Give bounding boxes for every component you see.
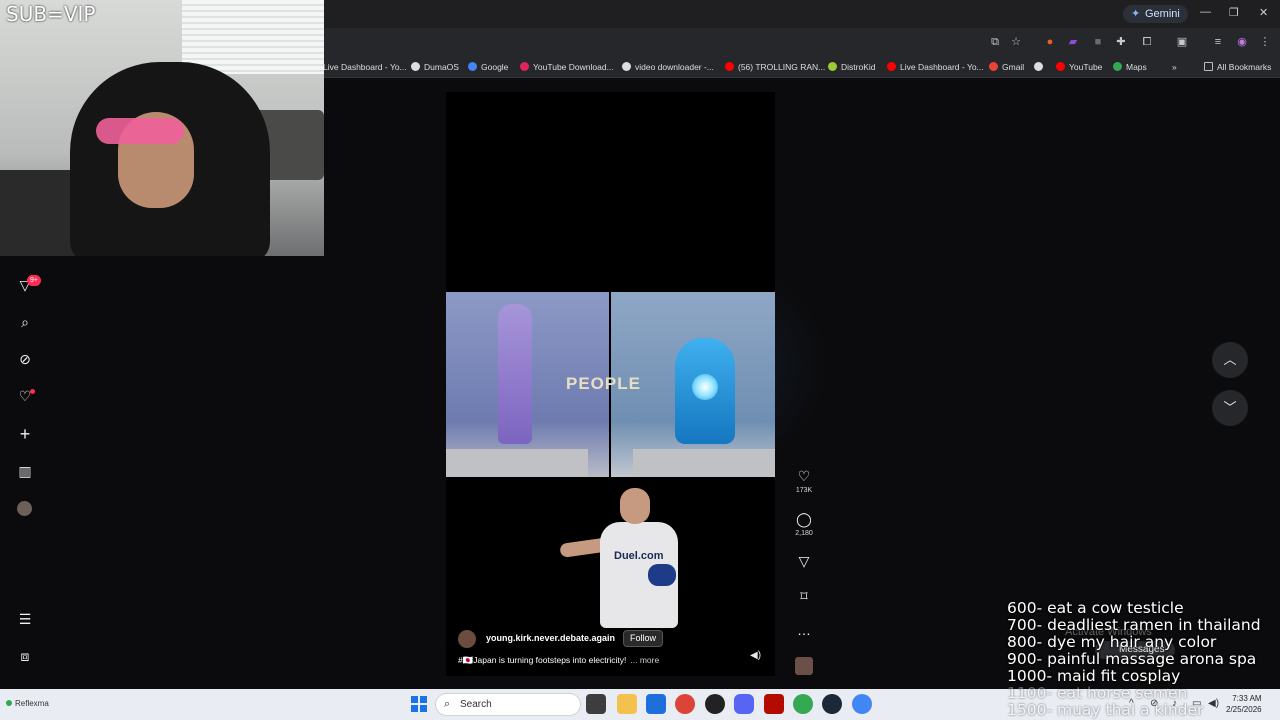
- extension-icon[interactable]: ✚: [1114, 35, 1128, 49]
- donation-item: 900- painful massage arona spa: [1007, 650, 1257, 668]
- donation-item: 700- deadliest ramen in thailand: [1007, 616, 1261, 634]
- comment-count: 2,180: [795, 530, 813, 537]
- plus-icon[interactable]: +: [16, 425, 34, 443]
- bookmark-item[interactable]: DistroKid: [828, 60, 875, 74]
- heart-icon: ♡: [797, 468, 811, 484]
- comment-button[interactable]: ◯ 2,180: [791, 510, 817, 537]
- bookmark-item[interactable]: Google: [468, 60, 508, 74]
- profile-avatar[interactable]: ◉: [1235, 35, 1249, 49]
- music-disc[interactable]: [795, 657, 813, 675]
- pink-headphones: [96, 118, 184, 144]
- speaker-figure: Duel.com: [556, 488, 706, 638]
- obs-icon[interactable]: [705, 694, 725, 714]
- author-name[interactable]: young.kirk.never.debate.again: [486, 633, 615, 643]
- next-video-button[interactable]: ﹀: [1212, 390, 1248, 426]
- chrome-active-icon[interactable]: [852, 694, 872, 714]
- close-icon[interactable]: ✕: [1259, 6, 1268, 19]
- bookmark-item[interactable]: Maps: [1113, 60, 1147, 74]
- purple-mannequin: [498, 304, 532, 444]
- acrobat-icon[interactable]: [764, 694, 784, 714]
- shirt-text: Duel.com: [614, 550, 664, 562]
- share-button[interactable]: ▽: [791, 552, 817, 570]
- donation-menu: 600- eat a cow testicle 700- deadliest r…: [1007, 600, 1280, 719]
- taskbar-search[interactable]: ⌕ Search: [435, 693, 581, 716]
- video-player[interactable]: PEOPLE Duel.com young.kirk.never.debate.…: [446, 92, 775, 676]
- chrome-menu-icon[interactable]: ⋮: [1258, 35, 1272, 49]
- analytics-icon[interactable]: ▥: [16, 462, 34, 480]
- install-app-icon[interactable]: ⧉: [988, 35, 1002, 49]
- more-bookmarks-icon[interactable]: »: [1172, 60, 1177, 74]
- gemini-icon: ✦: [1131, 8, 1141, 20]
- donation-item: 600- eat a cow testicle: [1007, 599, 1184, 617]
- stream-user: Reflexma: [6, 699, 49, 708]
- author-row: young.kirk.never.debate.again Follow: [458, 630, 768, 648]
- donation-item: 1100- eat horse semen: [1007, 684, 1188, 702]
- downloads-icon[interactable]: ≡: [1211, 35, 1225, 49]
- store-icon[interactable]: [646, 694, 666, 714]
- comment-icon: ◯: [796, 511, 812, 527]
- more-link[interactable]: ... more: [630, 655, 659, 665]
- volume-icon[interactable]: ◀): [750, 650, 761, 661]
- bookmark-item[interactable]: [1034, 60, 1047, 74]
- bookmark-item[interactable]: Live Dashboard - Yo...: [887, 60, 984, 74]
- notification-dot: [30, 389, 35, 394]
- bookmark-item[interactable]: DumaOS: [411, 60, 459, 74]
- author-avatar[interactable]: [458, 630, 476, 648]
- search-icon: ⌕: [444, 698, 451, 710]
- steam-icon[interactable]: [822, 694, 842, 714]
- donation-item: 1500- muay thai a kinder: [1007, 701, 1204, 719]
- bookmark-item[interactable]: Gmail: [989, 60, 1024, 74]
- video-overlay-text: PEOPLE: [566, 374, 641, 393]
- bookmark-star-icon[interactable]: ☆: [1009, 35, 1023, 49]
- more-apps-icon[interactable]: ⧈: [16, 647, 34, 665]
- window-blinds: [182, 0, 324, 74]
- caption-text: #🇯🇵Japan is turning footsteps into elect…: [458, 655, 627, 665]
- discord-icon[interactable]: [734, 694, 754, 714]
- tab-search-icon[interactable]: ▣: [1175, 35, 1189, 49]
- extension-icon[interactable]: ●: [1043, 35, 1057, 49]
- ellipsis-icon: …: [797, 622, 811, 638]
- sub-vip-label: SUB=VIP: [6, 2, 96, 26]
- video-caption: #🇯🇵Japan is turning footsteps into elect…: [458, 655, 659, 666]
- menu-icon[interactable]: ☰: [16, 610, 34, 628]
- minimize-icon[interactable]: —: [1200, 6, 1211, 18]
- extension-icon[interactable]: ■: [1091, 35, 1105, 49]
- previous-video-button[interactable]: ︿: [1212, 342, 1248, 378]
- gemini-label: Gemini: [1145, 8, 1180, 20]
- like-count: 173K: [795, 487, 813, 494]
- energy-orb: [692, 374, 718, 400]
- bookmark-icon: ⌑: [800, 588, 808, 604]
- bookmark-item[interactable]: Live Dashboard - Yo...: [323, 60, 407, 74]
- avatar[interactable]: [17, 501, 32, 516]
- file-explorer-icon[interactable]: [617, 694, 637, 714]
- start-button[interactable]: [411, 696, 427, 712]
- extension-icon[interactable]: ▰: [1066, 35, 1080, 49]
- extensions-puzzle-icon[interactable]: ⧠: [1140, 35, 1154, 49]
- all-bookmarks-folder[interactable]: All Bookmarks: [1204, 60, 1271, 74]
- video-scene: PEOPLE: [446, 292, 775, 477]
- follow-button[interactable]: Follow: [623, 630, 664, 647]
- bookmark-item[interactable]: (56) TROLLING RAN...: [725, 60, 825, 74]
- more-options-button[interactable]: …: [791, 621, 817, 639]
- bookmark-item[interactable]: YouTube: [1056, 60, 1102, 74]
- bookmark-item[interactable]: video downloader -...: [622, 60, 714, 74]
- donation-item: 800- dye my hair any color: [1007, 633, 1217, 651]
- search-icon[interactable]: ⌕: [16, 313, 34, 331]
- gemini-button[interactable]: ✦ Gemini: [1123, 5, 1188, 23]
- save-button[interactable]: ⌑: [791, 587, 817, 605]
- task-view-icon[interactable]: [586, 694, 606, 714]
- donation-item: 1000- maid fit cosplay: [1007, 667, 1181, 685]
- webcam-overlay: [0, 0, 324, 256]
- bookmark-item[interactable]: YouTube Download...: [520, 60, 614, 74]
- search-placeholder: Search: [460, 699, 492, 710]
- chrome-icon[interactable]: [675, 694, 695, 714]
- compass-icon[interactable]: ⊘: [16, 350, 34, 368]
- like-button[interactable]: ♡ 173K: [791, 467, 817, 494]
- share-icon: ▽: [798, 553, 810, 569]
- notification-badge: 9+: [27, 275, 41, 286]
- chrome-canary-icon[interactable]: [793, 694, 813, 714]
- restore-icon[interactable]: ❐: [1229, 6, 1239, 19]
